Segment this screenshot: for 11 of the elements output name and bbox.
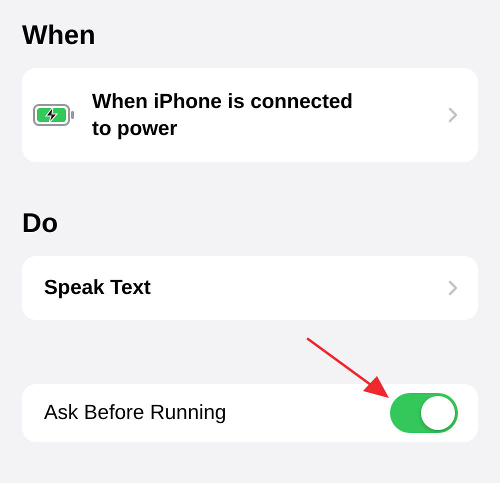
action-label: Speak Text xyxy=(44,276,151,300)
chevron-icon xyxy=(448,107,458,123)
trigger-label: When iPhone is connected to power xyxy=(92,89,354,142)
setting-label: Ask Before Running xyxy=(44,401,226,425)
charging-battery-icon xyxy=(33,104,75,126)
toggle-switch[interactable] xyxy=(390,393,458,433)
chevron-icon xyxy=(448,280,458,296)
section-heading: When xyxy=(22,19,96,52)
action-card[interactable]: Speak Text xyxy=(22,256,478,320)
trigger-card[interactable]: When iPhone is connected to power xyxy=(22,68,478,162)
section-heading: Do xyxy=(22,207,59,240)
